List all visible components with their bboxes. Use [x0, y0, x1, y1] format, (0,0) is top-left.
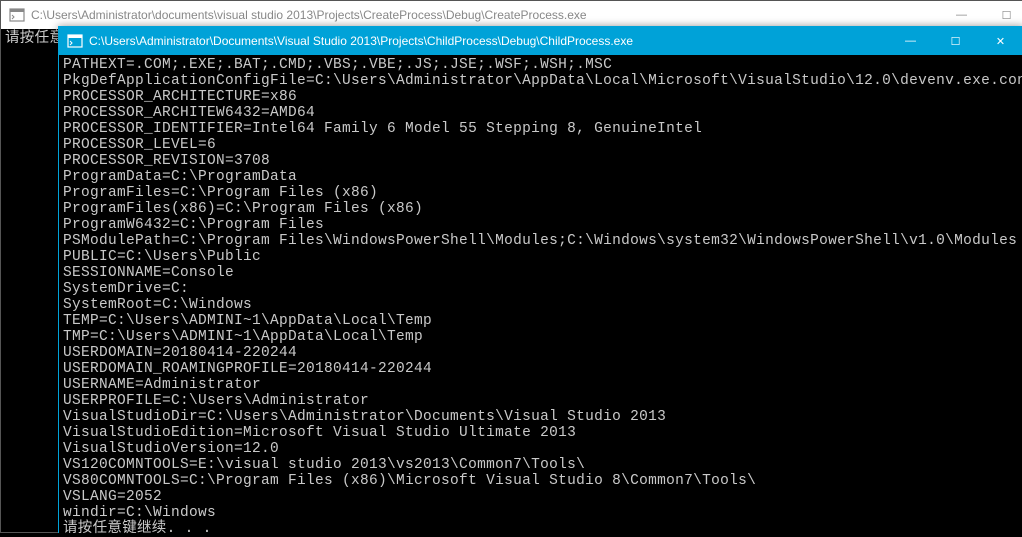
minimize-button[interactable]: —: [939, 1, 984, 29]
child-console-output: PATHEXT=.COM;.EXE;.BAT;.CMD;.VBS;.VBE;.J…: [59, 55, 1022, 537]
child-title-text: C:\Users\Administrator\Documents\Visual …: [89, 34, 888, 48]
parent-window-controls: — ☐ ✕: [939, 1, 1022, 29]
parent-title-text: C:\Users\Administrator\documents\visual …: [31, 8, 939, 22]
close-button[interactable]: ✕: [978, 27, 1022, 55]
console-icon: [9, 7, 25, 23]
maximize-button[interactable]: ☐: [933, 27, 978, 55]
minimize-button[interactable]: —: [888, 27, 933, 55]
child-console-window: C:\Users\Administrator\Documents\Visual …: [58, 26, 1022, 533]
console-icon: [67, 33, 83, 49]
child-window-controls: — ☐ ✕: [888, 27, 1022, 55]
maximize-button[interactable]: ☐: [984, 1, 1022, 29]
parent-titlebar[interactable]: C:\Users\Administrator\documents\visual …: [1, 1, 1022, 29]
child-titlebar[interactable]: C:\Users\Administrator\Documents\Visual …: [59, 27, 1022, 55]
